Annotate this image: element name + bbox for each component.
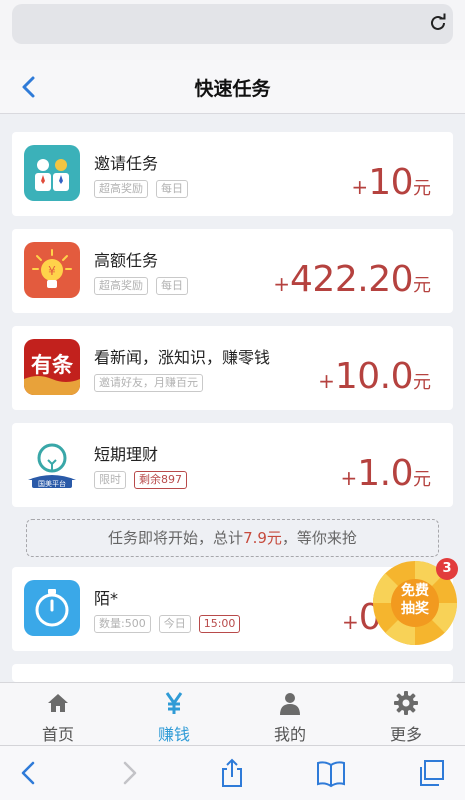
reload-icon[interactable]	[427, 12, 449, 34]
tag: 数量:500	[94, 615, 151, 633]
tab-label: 更多	[389, 725, 422, 744]
bottom-tab-bar: 首页 赚钱 我的 更多	[0, 682, 465, 745]
url-field[interactable]	[12, 4, 453, 44]
tag: 超高奖励	[94, 180, 148, 198]
invite-users-icon	[24, 145, 80, 201]
task-title: 看新闻，涨知识，赚零钱	[94, 348, 271, 367]
forward-icon[interactable]	[114, 758, 144, 788]
browser-toolbar	[0, 745, 465, 800]
task-tags: 数量:500 今日 15:00	[94, 615, 241, 633]
reward-amount: +10元	[351, 162, 431, 203]
tag-remaining: 剩余897	[134, 471, 187, 489]
tag: 每日	[156, 277, 188, 295]
task-tags: 邀请好友，月赚百元	[94, 374, 203, 392]
tag: 限时	[94, 471, 126, 489]
tab-label: 首页	[41, 725, 74, 744]
tag: 每日	[156, 180, 188, 198]
reward-amount: +10.0元	[318, 356, 431, 397]
tab-earn[interactable]: 赚钱	[116, 683, 232, 746]
share-icon[interactable]	[217, 758, 247, 788]
youtiao-news-logo: 有条	[24, 339, 80, 395]
reward-amount: +1.0元	[340, 453, 431, 494]
gear-icon	[394, 691, 418, 715]
yen-icon	[165, 692, 183, 714]
tag-time: 15:00	[198, 615, 241, 633]
svg-text:有条: 有条	[31, 353, 74, 377]
task-card-invite[interactable]: 邀请任务 超高奖励 每日 +10元	[12, 132, 453, 216]
svg-text:¥: ¥	[48, 264, 56, 278]
svg-text:国美平台: 国美平台	[38, 479, 66, 488]
tag: 邀请好友，月赚百元	[94, 374, 203, 392]
upcoming-tasks-banner: 任务即将开始，总计7.9元，等你来抢	[26, 519, 439, 557]
bookmarks-icon[interactable]	[316, 758, 346, 788]
task-tags: 超高奖励 每日	[94, 277, 188, 295]
back-icon[interactable]	[14, 758, 44, 788]
reward-amount: +422.20元	[273, 259, 431, 300]
navigation-bar: 快速任务	[0, 60, 465, 114]
tag: 超高奖励	[94, 277, 148, 295]
task-card-high-value[interactable]: ¥ 高额任务 超高奖励 每日 +422.20元	[12, 229, 453, 313]
task-card-partial[interactable]	[12, 664, 453, 682]
task-title: 短期理财	[94, 445, 159, 464]
tab-more[interactable]: 更多	[348, 683, 464, 746]
finance-bulb-icon: 国美平台	[24, 436, 80, 492]
task-card-finance[interactable]: 国美平台 短期理财 限时 剩余897 +1.0元	[12, 423, 453, 507]
browser-url-area	[0, 0, 465, 60]
lottery-label-2: 抽奖	[401, 601, 429, 617]
task-title: 陌*	[94, 589, 119, 608]
page-title: 快速任务	[194, 78, 271, 100]
tab-label: 赚钱	[157, 725, 190, 744]
tab-label: 我的	[273, 725, 306, 744]
task-title: 邀请任务	[94, 154, 159, 173]
task-title: 高额任务	[94, 251, 159, 270]
stopwatch-icon	[24, 580, 80, 636]
home-icon	[48, 694, 68, 712]
lightbulb-money-icon: ¥	[24, 242, 80, 298]
task-tags: 超高奖励 每日	[94, 180, 188, 198]
tab-home[interactable]: 首页	[0, 683, 116, 746]
tag: 今日	[158, 615, 191, 633]
user-icon	[280, 693, 300, 715]
free-lottery-button[interactable]: 免费 抽奖 3	[372, 558, 458, 646]
upcoming-amount: 7.9元	[243, 529, 282, 547]
task-card-news[interactable]: 有条 看新闻，涨知识，赚零钱 邀请好友，月赚百元 +10.0元	[12, 326, 453, 410]
lottery-label-1: 免费	[401, 583, 429, 599]
task-tags: 限时 剩余897	[94, 471, 187, 489]
lottery-count-badge: 3	[436, 558, 458, 580]
tabs-icon[interactable]	[416, 758, 446, 788]
tab-profile[interactable]: 我的	[232, 683, 348, 746]
